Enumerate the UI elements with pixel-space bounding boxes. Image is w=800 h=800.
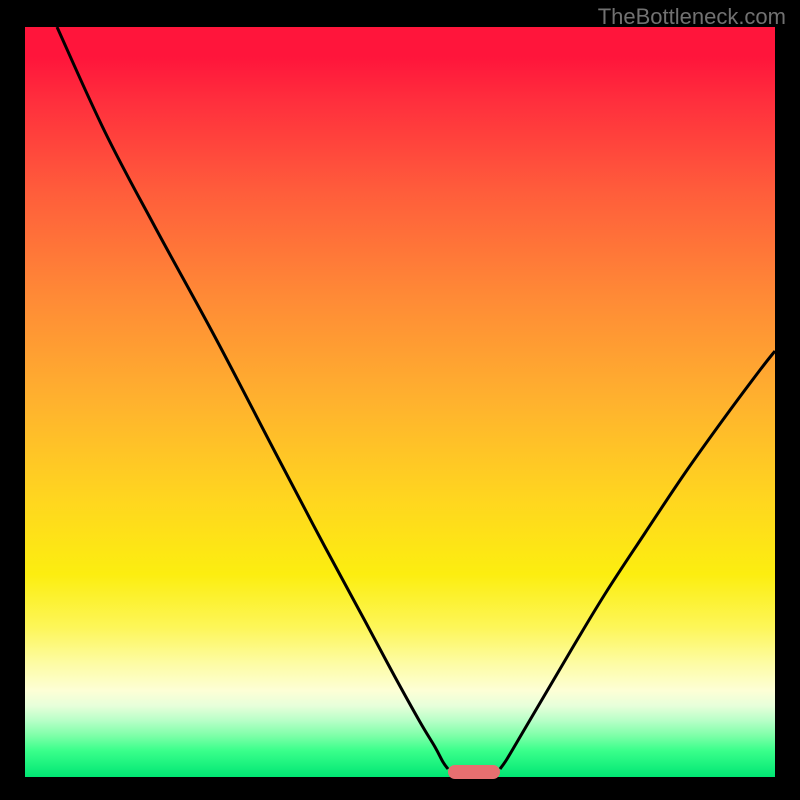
left-descending-curve	[57, 27, 448, 769]
chart-container: TheBottleneck.com	[0, 0, 800, 800]
right-ascending-curve	[500, 351, 775, 769]
plot-area	[25, 27, 775, 777]
chart-svg	[25, 27, 775, 777]
minimum-marker-bar	[448, 765, 500, 779]
